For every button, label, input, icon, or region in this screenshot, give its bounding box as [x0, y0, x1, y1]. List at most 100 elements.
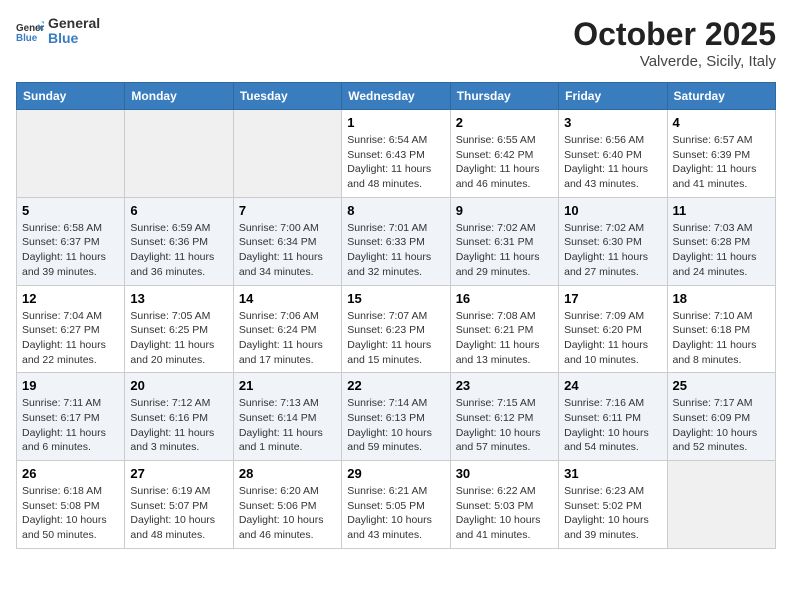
- calendar-cell: 1Sunrise: 6:54 AM Sunset: 6:43 PM Daylig…: [342, 110, 450, 198]
- calendar-cell: 11 Sunrise: 7:03 AM Sunset: 6:28 PM Dayli…: [667, 197, 775, 285]
- day-info: Sunrise: 7:16 AM Sunset: 6:11 PM Dayligh…: [564, 396, 661, 455]
- day-info: Sunrise: 7:10 AM Sunset: 6:18 PM Dayligh…: [673, 309, 770, 368]
- day-number: 19: [22, 378, 119, 393]
- calendar-cell: [125, 110, 233, 198]
- calendar-cell: 13 Sunrise: 7:05 AM Sunset: 6:25 PM Dayli…: [125, 285, 233, 373]
- calendar-cell: 12Sunrise: 7:04 AM Sunset: 6:27 PM Dayli…: [17, 285, 125, 373]
- calendar-cell: 3Sunrise: 6:56 AM Sunset: 6:40 PM Daylig…: [559, 110, 667, 198]
- day-info: Sunrise: 7:14 AM Sunset: 6:13 PM Dayligh…: [347, 396, 444, 455]
- day-number: 30: [456, 466, 553, 481]
- calendar-week-3: 12Sunrise: 7:04 AM Sunset: 6:27 PM Dayli…: [17, 285, 776, 373]
- day-number: 26: [22, 466, 119, 481]
- day-info: Sunrise: 7:12 AM Sunset: 6:16 PM Dayligh…: [130, 396, 227, 455]
- day-number: 2: [456, 115, 553, 130]
- day-info: Sunrise: 7:08 AM Sunset: 6:21 PM Dayligh…: [456, 309, 553, 368]
- day-number: 10: [564, 203, 661, 218]
- day-info: Sunrise: 6:18 AM Sunset: 5:08 PM Dayligh…: [22, 484, 119, 543]
- weekday-header-friday: Friday: [559, 83, 667, 110]
- calendar-cell: 15Sunrise: 7:07 AM Sunset: 6:23 PM Dayli…: [342, 285, 450, 373]
- day-number: 1: [347, 115, 444, 130]
- day-number: 24: [564, 378, 661, 393]
- day-number: 13: [130, 291, 227, 306]
- day-info: Sunrise: 7:15 AM Sunset: 6:12 PM Dayligh…: [456, 396, 553, 455]
- day-number: 11: [673, 203, 770, 218]
- day-number: 22: [347, 378, 444, 393]
- day-number: 21: [239, 378, 336, 393]
- calendar-cell: 4Sunrise: 6:57 AM Sunset: 6:39 PM Daylig…: [667, 110, 775, 198]
- calendar-cell: 30 Sunrise: 6:22 AM Sunset: 5:03 PM Dayli…: [450, 461, 558, 549]
- day-number: 28: [239, 466, 336, 481]
- calendar-cell: 24 Sunrise: 7:16 AM Sunset: 6:11 PM Dayli…: [559, 373, 667, 461]
- calendar-week-5: 26 Sunrise: 6:18 AM Sunset: 5:08 PM Dayli…: [17, 461, 776, 549]
- calendar-cell: [233, 110, 341, 198]
- day-number: 9: [456, 203, 553, 218]
- day-number: 15: [347, 291, 444, 306]
- month-title: October 2025: [573, 16, 776, 53]
- day-info: Sunrise: 7:09 AM Sunset: 6:20 PM Dayligh…: [564, 309, 661, 368]
- calendar-cell: [667, 461, 775, 549]
- day-info: Sunrise: 6:57 AM Sunset: 6:39 PM Dayligh…: [673, 133, 770, 192]
- day-number: 25: [673, 378, 770, 393]
- day-info: Sunrise: 7:06 AM Sunset: 6:24 PM Dayligh…: [239, 309, 336, 368]
- calendar-cell: 7 Sunrise: 7:00 AM Sunset: 6:34 PM Daylig…: [233, 197, 341, 285]
- day-info: Sunrise: 7:03 AM Sunset: 6:28 PM Dayligh…: [673, 221, 770, 280]
- calendar-cell: 2 Sunrise: 6:55 AM Sunset: 6:42 PM Daylig…: [450, 110, 558, 198]
- calendar-cell: 29 Sunrise: 6:21 AM Sunset: 5:05 PM Dayli…: [342, 461, 450, 549]
- day-number: 31: [564, 466, 661, 481]
- calendar-body: 1Sunrise: 6:54 AM Sunset: 6:43 PM Daylig…: [17, 110, 776, 549]
- calendar-cell: 21Sunrise: 7:13 AM Sunset: 6:14 PM Dayli…: [233, 373, 341, 461]
- calendar-cell: 20 Sunrise: 7:12 AM Sunset: 6:16 PM Dayli…: [125, 373, 233, 461]
- day-info: Sunrise: 6:59 AM Sunset: 6:36 PM Dayligh…: [130, 221, 227, 280]
- weekday-header-thursday: Thursday: [450, 83, 558, 110]
- day-number: 14: [239, 291, 336, 306]
- calendar-week-2: 5Sunrise: 6:58 AM Sunset: 6:37 PM Daylig…: [17, 197, 776, 285]
- day-info: Sunrise: 7:00 AM Sunset: 6:34 PM Dayligh…: [239, 221, 336, 280]
- day-number: 8: [347, 203, 444, 218]
- day-info: Sunrise: 6:23 AM Sunset: 5:02 PM Dayligh…: [564, 484, 661, 543]
- weekday-header-wednesday: Wednesday: [342, 83, 450, 110]
- day-info: Sunrise: 6:56 AM Sunset: 6:40 PM Dayligh…: [564, 133, 661, 192]
- calendar-cell: 10 Sunrise: 7:02 AM Sunset: 6:30 PM Dayli…: [559, 197, 667, 285]
- day-info: Sunrise: 6:19 AM Sunset: 5:07 PM Dayligh…: [130, 484, 227, 543]
- weekday-header-sunday: Sunday: [17, 83, 125, 110]
- day-number: 16: [456, 291, 553, 306]
- day-info: Sunrise: 6:22 AM Sunset: 5:03 PM Dayligh…: [456, 484, 553, 543]
- calendar-cell: 6 Sunrise: 6:59 AM Sunset: 6:36 PM Daylig…: [125, 197, 233, 285]
- svg-text:Blue: Blue: [16, 33, 38, 44]
- calendar-cell: 25 Sunrise: 7:17 AM Sunset: 6:09 PM Dayli…: [667, 373, 775, 461]
- calendar-week-1: 1Sunrise: 6:54 AM Sunset: 6:43 PM Daylig…: [17, 110, 776, 198]
- weekday-header-monday: Monday: [125, 83, 233, 110]
- day-info: Sunrise: 7:05 AM Sunset: 6:25 PM Dayligh…: [130, 309, 227, 368]
- calendar-cell: 14 Sunrise: 7:06 AM Sunset: 6:24 PM Dayli…: [233, 285, 341, 373]
- calendar-cell: 27Sunrise: 6:19 AM Sunset: 5:07 PM Dayli…: [125, 461, 233, 549]
- calendar-cell: 23 Sunrise: 7:15 AM Sunset: 6:12 PM Dayli…: [450, 373, 558, 461]
- day-number: 20: [130, 378, 227, 393]
- weekday-header-row: SundayMondayTuesdayWednesdayThursdayFrid…: [17, 83, 776, 110]
- calendar-cell: 16 Sunrise: 7:08 AM Sunset: 6:21 PM Dayli…: [450, 285, 558, 373]
- day-number: 17: [564, 291, 661, 306]
- day-info: Sunrise: 7:02 AM Sunset: 6:30 PM Dayligh…: [564, 221, 661, 280]
- day-number: 23: [456, 378, 553, 393]
- day-info: Sunrise: 7:17 AM Sunset: 6:09 PM Dayligh…: [673, 396, 770, 455]
- logo: General Blue General Blue: [16, 16, 100, 47]
- day-number: 6: [130, 203, 227, 218]
- day-info: Sunrise: 7:11 AM Sunset: 6:17 PM Dayligh…: [22, 396, 119, 455]
- day-number: 7: [239, 203, 336, 218]
- weekday-header-tuesday: Tuesday: [233, 83, 341, 110]
- day-number: 29: [347, 466, 444, 481]
- day-info: Sunrise: 6:55 AM Sunset: 6:42 PM Dayligh…: [456, 133, 553, 192]
- calendar-cell: 8Sunrise: 7:01 AM Sunset: 6:33 PM Daylig…: [342, 197, 450, 285]
- calendar-cell: 9Sunrise: 7:02 AM Sunset: 6:31 PM Daylig…: [450, 197, 558, 285]
- calendar-cell: 17 Sunrise: 7:09 AM Sunset: 6:20 PM Dayli…: [559, 285, 667, 373]
- logo-blue: Blue: [48, 31, 100, 46]
- calendar-week-4: 19 Sunrise: 7:11 AM Sunset: 6:17 PM Dayli…: [17, 373, 776, 461]
- calendar-table: SundayMondayTuesdayWednesdayThursdayFrid…: [16, 82, 776, 549]
- day-info: Sunrise: 6:21 AM Sunset: 5:05 PM Dayligh…: [347, 484, 444, 543]
- logo-icon: General Blue: [16, 17, 44, 45]
- calendar-cell: 5Sunrise: 6:58 AM Sunset: 6:37 PM Daylig…: [17, 197, 125, 285]
- day-number: 12: [22, 291, 119, 306]
- calendar-cell: 28Sunrise: 6:20 AM Sunset: 5:06 PM Dayli…: [233, 461, 341, 549]
- day-number: 18: [673, 291, 770, 306]
- calendar-cell: 18 Sunrise: 7:10 AM Sunset: 6:18 PM Dayli…: [667, 285, 775, 373]
- weekday-header-saturday: Saturday: [667, 83, 775, 110]
